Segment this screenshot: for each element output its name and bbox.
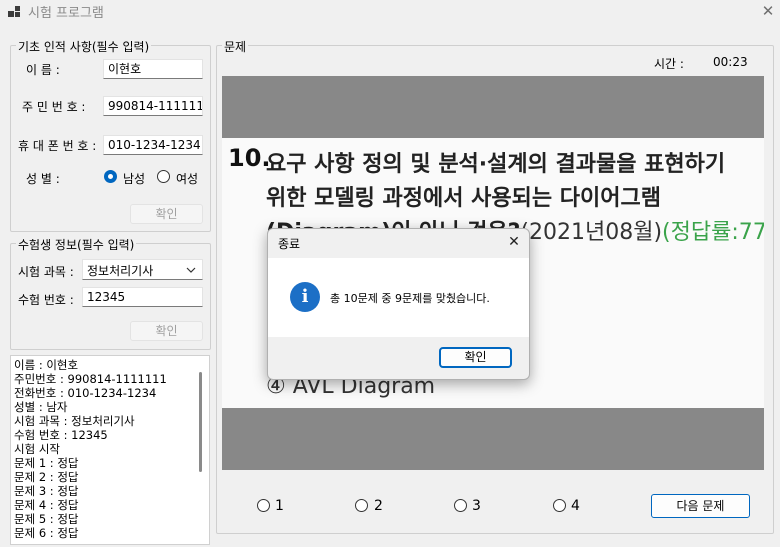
answer-4-radio[interactable] [553, 499, 566, 512]
answer-3-radio[interactable] [454, 499, 467, 512]
log-line: 문제 2 : 정답 [14, 470, 79, 484]
question-legend: 문제 [222, 38, 249, 55]
question-line-2: 위한 모델링 과정에서 사용되는 다이어그램 [266, 186, 661, 211]
answer-4-label: 4 [571, 498, 580, 514]
name-input[interactable]: 이현호 [103, 59, 203, 79]
log-line: 이름 : 이현호 [14, 358, 79, 372]
ssn-input[interactable]: 990814-1111111 [103, 96, 203, 116]
subject-label: 시험 과목 : [18, 265, 74, 279]
log-line: 전화번호 : 010-1234-1234 [14, 386, 157, 400]
log-listbox[interactable]: 이름 : 이현호 주민번호 : 990814-1111111 전화번호 : 01… [10, 355, 210, 545]
dialog-close-button[interactable]: ✕ [504, 232, 524, 252]
chevron-down-icon [186, 267, 196, 273]
question-line-1: 요구 사항 정의 및 분석·설계의 결과물을 표현하기 [266, 152, 726, 177]
gender-male-label: 남성 [123, 172, 146, 186]
exam-number-input[interactable]: 12345 [82, 287, 203, 307]
log-line: 문제 4 : 정답 [14, 498, 79, 512]
dialog-ok-button[interactable]: 확인 [439, 347, 512, 368]
basic-confirm-button[interactable]: 확인 [130, 204, 203, 224]
answer-3-label: 3 [472, 498, 481, 514]
dialog-title: 종료 [278, 237, 301, 251]
gender-label: 성 별 : [26, 172, 60, 186]
answer-2-radio[interactable] [355, 499, 368, 512]
subject-value: 정보처리기사 [87, 264, 154, 278]
log-line: 성별 : 남자 [14, 400, 68, 414]
app-icon [8, 6, 20, 18]
log-line: 문제 3 : 정답 [14, 484, 79, 498]
log-line: 문제 1 : 정답 [14, 456, 79, 470]
next-question-button[interactable]: 다음 문제 [651, 494, 750, 518]
name-label: 이 름 : [26, 63, 60, 77]
log-line: 문제 5 : 정답 [14, 512, 79, 526]
dialog-message: 총 10문제 중 9문제를 맞췄습니다. [330, 292, 490, 305]
log-line: 시험 과목 : 정보처리기사 [14, 414, 135, 428]
exam-info-legend: 수험생 정보(필수 입력) [16, 236, 137, 253]
exam-number-label: 수험 번호 : [18, 293, 74, 307]
phone-label: 휴 대 폰 번 호 : [18, 139, 97, 153]
question-number: 10. [228, 144, 271, 172]
info-icon: i [290, 282, 320, 312]
log-scrollbar[interactable] [199, 372, 202, 472]
gender-female-label: 여성 [176, 172, 199, 186]
gender-female-radio[interactable] [157, 170, 170, 183]
log-line: 시험 시작 [14, 442, 60, 456]
window-title: 시험 프로그램 [28, 6, 104, 21]
log-line: 수험 번호 : 12345 [14, 428, 108, 442]
basic-info-legend: 기초 인적 사항(필수 입력) [16, 38, 152, 55]
question-rate: (정답률:77%) [662, 220, 764, 245]
answer-1-label: 1 [275, 498, 284, 514]
log-line: 문제 6 : 정답 [14, 526, 79, 540]
gender-male-radio[interactable] [104, 170, 117, 183]
log-line: 주민번호 : 990814-1111111 [14, 372, 167, 386]
timer-label: 시간 : [654, 57, 684, 71]
exam-confirm-button[interactable]: 확인 [130, 321, 203, 341]
subject-select[interactable]: 정보처리기사 [82, 259, 203, 280]
answer-1-radio[interactable] [257, 499, 270, 512]
question-year: (2021년08월) [520, 220, 663, 245]
result-dialog: 종료 ✕ i 총 10문제 중 9문제를 맞췄습니다. 확인 [267, 228, 530, 380]
timer-value: 00:23 [713, 55, 748, 69]
window-close-button[interactable]: ✕ [757, 0, 779, 22]
title-bar [0, 0, 780, 24]
phone-input[interactable]: 010-1234-1234 [103, 135, 203, 155]
answer-2-label: 2 [374, 498, 383, 514]
ssn-label: 주 민 번 호 : [22, 100, 86, 114]
